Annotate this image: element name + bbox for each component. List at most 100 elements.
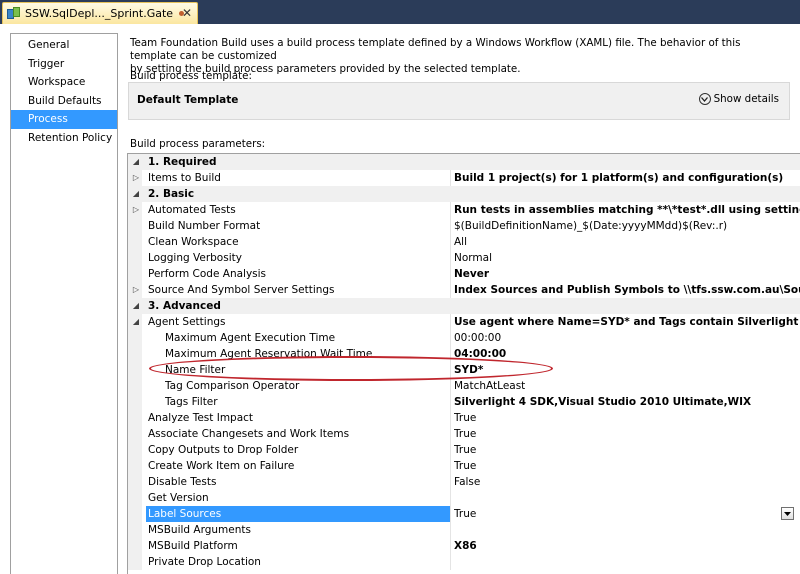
parameter-value[interactable]: $(BuildDefinitionName)_$(Date:yyyyMMdd)$… [454,218,800,234]
column-divider [450,202,451,218]
parameter-name: Copy Outputs to Drop Folder [148,444,299,456]
parameter-name: Analyze Test Impact [148,412,254,424]
collapse-arrow-icon[interactable]: ◢ [131,154,141,170]
parameter-value[interactable]: Silverlight 4 SDK,Visual Studio 2010 Ult… [454,394,800,410]
parameter-value[interactable]: Run tests in assemblies matching **\*tes… [454,202,800,218]
parameter-value[interactable]: True [454,506,800,522]
parameter-row[interactable]: ▷ Items to Build Build 1 project(s) for 1 … [128,170,800,186]
parameter-row[interactable]: Maximum Agent Reservation Wait Time 04:00… [128,346,800,362]
parameter-value[interactable]: True [454,458,800,474]
collapse-arrow-icon[interactable]: ◢ [131,314,141,330]
row-gutter [128,426,142,442]
row-gutter [128,394,142,410]
parameter-value[interactable]: All [454,234,800,250]
parameter-value[interactable]: False [454,474,800,490]
parameter-row[interactable]: ▷ Automated Tests Run tests in assemblies … [128,202,800,218]
expand-arrow-icon[interactable]: ▷ [131,170,141,186]
parameter-value[interactable]: True [454,442,800,458]
parameter-row[interactable]: Copy Outputs to Drop Folder True [128,442,800,458]
column-divider [450,282,451,298]
column-divider [450,458,451,474]
parameter-name: Items to Build [148,172,221,184]
parameter-row[interactable]: MSBuild Platform X86 [128,538,800,554]
parameter-name: Name Filter [165,364,226,376]
nav-item-workspace[interactable]: Workspace [11,73,117,92]
parameter-name: Create Work Item on Failure [148,460,295,472]
parameter-name: Private Drop Location [148,556,261,568]
parameter-value[interactable]: Build 1 project(s) for 1 platform(s) and… [454,170,800,186]
parameter-name: Clean Workspace [148,236,239,248]
collapse-arrow-icon[interactable]: ◢ [131,298,141,314]
document-tab-bar: SSW.SqlDepl..._Sprint.Gate ✕ [0,0,800,24]
row-gutter [128,346,142,362]
parameter-value[interactable]: X86 [454,538,800,554]
column-divider [450,410,451,426]
parameter-row[interactable]: Associate Changesets and Work Items True [128,426,800,442]
row-gutter [128,474,142,490]
parameter-row[interactable]: Tag Comparison Operator MatchAtLeast [128,378,800,394]
expand-arrow-icon[interactable]: ▷ [131,202,141,218]
row-gutter [128,378,142,394]
category-row[interactable]: ◢ 2. Basic [128,186,800,202]
category-name: 3. Advanced [148,300,221,312]
parameter-row[interactable]: Logging Verbosity Normal [128,250,800,266]
parameter-name: Perform Code Analysis [148,268,267,280]
nav-item-trigger[interactable]: Trigger [11,55,117,74]
document-tab[interactable]: SSW.SqlDepl..._Sprint.Gate ✕ [2,2,198,24]
row-gutter [128,250,142,266]
nav-item-general[interactable]: General [11,36,117,55]
parameter-value[interactable]: Index Sources and Publish Symbols to \\t… [454,282,800,298]
parameter-value[interactable]: True [454,426,800,442]
nav-item-retention-policy[interactable]: Retention Policy [11,129,117,148]
parameter-name: Maximum Agent Execution Time [165,332,336,344]
parameter-row[interactable]: ▷ Source And Symbol Server Settings Index … [128,282,800,298]
parameter-row[interactable]: Analyze Test Impact True [128,410,800,426]
parameter-row[interactable]: Tags Filter Silverlight 4 SDK,Visual Stud… [128,394,800,410]
template-section-label: Build process template: [130,70,252,82]
parameter-row[interactable]: Clean Workspace All [128,234,800,250]
nav-item-build-defaults[interactable]: Build Defaults [11,92,117,111]
parameter-value[interactable]: Use agent where Name=SYD* and Tags conta… [454,314,800,330]
description-line-1: Team Foundation Build uses a build proce… [130,37,741,62]
collapse-arrow-icon[interactable]: ◢ [131,186,141,202]
parameter-row[interactable]: MSBuild Arguments [128,522,800,538]
parameter-value[interactable]: MatchAtLeast [454,378,800,394]
parameter-name: Logging Verbosity [148,252,242,264]
row-gutter [128,554,142,570]
parameter-row[interactable]: Get Version [128,490,800,506]
column-divider [450,314,451,330]
category-row[interactable]: ◢ 3. Advanced [128,298,800,314]
parameter-row[interactable]: Name Filter SYD* [128,362,800,378]
parameter-row[interactable]: ◢ Agent Settings Use agent where Name=SYD*… [128,314,800,330]
column-divider [450,506,451,522]
parameter-value[interactable]: SYD* [454,362,800,378]
expand-arrow-icon[interactable]: ▷ [131,282,141,298]
parameter-row[interactable]: Build Number Format $(BuildDefinitionName… [128,218,800,234]
parameter-row[interactable]: Disable Tests False [128,474,800,490]
column-divider [450,250,451,266]
parameter-value[interactable]: Normal [454,250,800,266]
parameter-value[interactable]: 04:00:00 [454,346,800,362]
parameter-name: MSBuild Platform [148,540,238,552]
parameter-name: Automated Tests [148,204,236,216]
close-tab-icon[interactable]: ✕ [182,6,192,20]
row-gutter [128,266,142,282]
parameter-row[interactable]: Private Drop Location [128,554,800,570]
column-divider [450,426,451,442]
category-row[interactable]: ◢ 1. Required [128,154,800,170]
category-name: 2. Basic [148,188,195,200]
parameter-value[interactable]: Never [454,266,800,282]
column-divider [450,490,451,506]
parameter-value[interactable]: 00:00:00 [454,330,800,346]
parameter-row[interactable]: Perform Code Analysis Never [128,266,800,282]
parameter-row[interactable]: Maximum Agent Execution Time 00:00:00 [128,330,800,346]
nav-item-process[interactable]: Process [11,110,117,129]
parameter-row[interactable]: Label Sources True [128,506,800,522]
column-divider [450,170,451,186]
dropdown-arrow-icon[interactable] [781,507,794,520]
parameter-row[interactable]: Create Work Item on Failure True [128,458,800,474]
row-gutter [128,538,142,554]
parameter-value[interactable]: True [454,410,800,426]
show-details-button[interactable]: Show details [698,93,779,105]
column-divider [450,362,451,378]
